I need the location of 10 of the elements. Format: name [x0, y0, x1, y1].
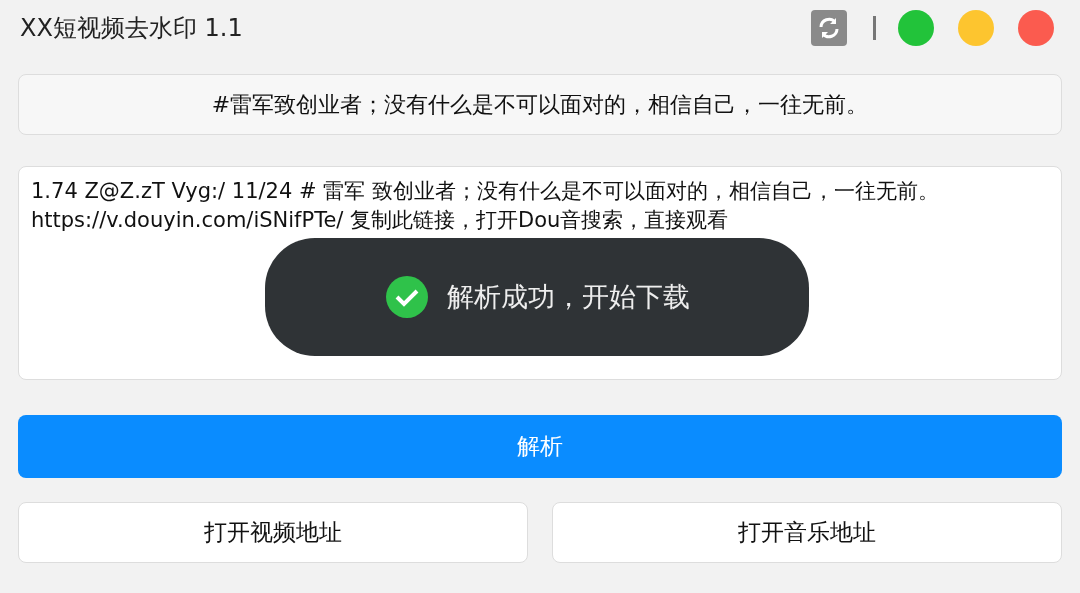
window-title: XX短视频去水印 1.1: [20, 13, 243, 44]
refresh-icon[interactable]: [811, 10, 847, 46]
open-link-button[interactable]: 打开视频地址: [18, 502, 528, 563]
success-icon: [384, 275, 429, 319]
toast-message: 解析成功，开始下载: [446, 279, 690, 314]
close-button[interactable]: [1018, 10, 1054, 46]
headline-text: #雷军致创业者；没有什么是不可以面对的，相信自己，一往无前。: [18, 74, 1062, 135]
maximize-button[interactable]: [898, 10, 934, 46]
minimize-button[interactable]: [958, 10, 994, 46]
open-link-button[interactable]: 打开音乐地址: [552, 502, 1062, 563]
